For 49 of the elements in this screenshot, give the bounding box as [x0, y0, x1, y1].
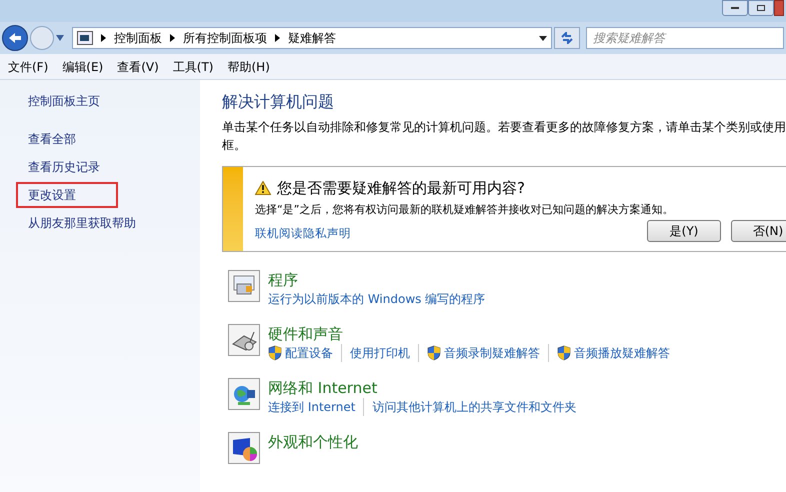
menu-item[interactable]: 编辑(E) — [62, 58, 104, 76]
task-link[interactable]: 运行为以前版本的 Windows 编写的程序 — [268, 290, 486, 308]
programs-category-icon — [228, 270, 260, 302]
category-title[interactable]: 网络和 Internet — [268, 378, 576, 398]
chevron-right-icon — [170, 34, 175, 42]
notification-text: 选择“是”之后，您将有权访问最新的联机疑难解答并接收对已知问题的解决方案通知。 — [255, 202, 674, 218]
control-panel-icon — [77, 31, 93, 45]
network-category-icon — [228, 378, 260, 410]
sidebar-link[interactable]: 控制面板主页 — [28, 92, 200, 110]
dialog-button[interactable]: 是(Y) — [647, 220, 721, 242]
minimize-button[interactable] — [722, 0, 748, 16]
sidebar-link[interactable]: 从朋友那里获取帮助 — [16, 210, 178, 236]
category-title[interactable]: 程序 — [268, 270, 486, 290]
category-title[interactable]: 硬件和声音 — [268, 324, 670, 344]
refresh-button[interactable] — [554, 27, 580, 49]
menu-item[interactable]: 文件(F) — [8, 58, 48, 76]
category-title[interactable]: 外观和个性化 — [268, 432, 358, 452]
back-button[interactable] — [2, 25, 28, 51]
task-link[interactable]: 使用打印机 — [350, 344, 410, 362]
breadcrumb[interactable]: 所有控制面板项 — [183, 29, 267, 47]
description: 单击某个任务以自动排除和修复常见的计算机问题。若要查看更多的故障修复方案，请单击某个类别或使用框。 — [222, 119, 786, 154]
menu-item[interactable]: 帮助(H) — [228, 58, 270, 76]
menu-item[interactable]: 查看(V) — [117, 58, 159, 76]
appearance-category-icon — [228, 432, 260, 464]
breadcrumb[interactable]: 控制面板 — [114, 29, 162, 47]
address-bar[interactable]: 控制面板 所有控制面板项 疑难解答 — [72, 27, 552, 49]
notification-title: 您是否需要疑难解答的最新可用内容? — [277, 178, 525, 199]
task-link[interactable]: 连接到 Internet — [268, 398, 356, 416]
search-field[interactable]: 搜索疑难解答 — [586, 27, 784, 49]
task-link[interactable]: 访问其他计算机上的共享文件和文件夹 — [372, 398, 576, 416]
hardware-category-icon — [228, 324, 260, 356]
sidebar-link[interactable]: 查看历史记录 — [16, 154, 142, 180]
breadcrumb[interactable]: 疑难解答 — [288, 29, 336, 47]
privacy-link[interactable]: 联机阅读隐私声明 — [255, 224, 351, 242]
refresh-arrows-icon — [560, 32, 574, 44]
maximize-button[interactable] — [748, 0, 774, 16]
sidebar-link[interactable]: 查看全部 — [16, 126, 118, 152]
task-link[interactable]: 音频播放疑难解答 — [574, 344, 670, 362]
dropdown-caret-icon[interactable] — [539, 36, 547, 40]
task-link[interactable]: 配置设备 — [285, 344, 333, 362]
chevron-right-icon — [101, 34, 106, 42]
page-title: 解决计算机问题 — [222, 91, 335, 113]
warning-icon — [255, 181, 271, 196]
task-link[interactable]: 音频录制疑难解答 — [444, 344, 540, 362]
sidebar-link[interactable]: 更改设置 — [16, 182, 118, 208]
menu-item[interactable]: 工具(T) — [172, 58, 214, 76]
dialog-button[interactable]: 否(N) — [731, 220, 786, 242]
arrow-left-icon — [8, 32, 22, 44]
chevron-right-icon — [275, 34, 280, 42]
